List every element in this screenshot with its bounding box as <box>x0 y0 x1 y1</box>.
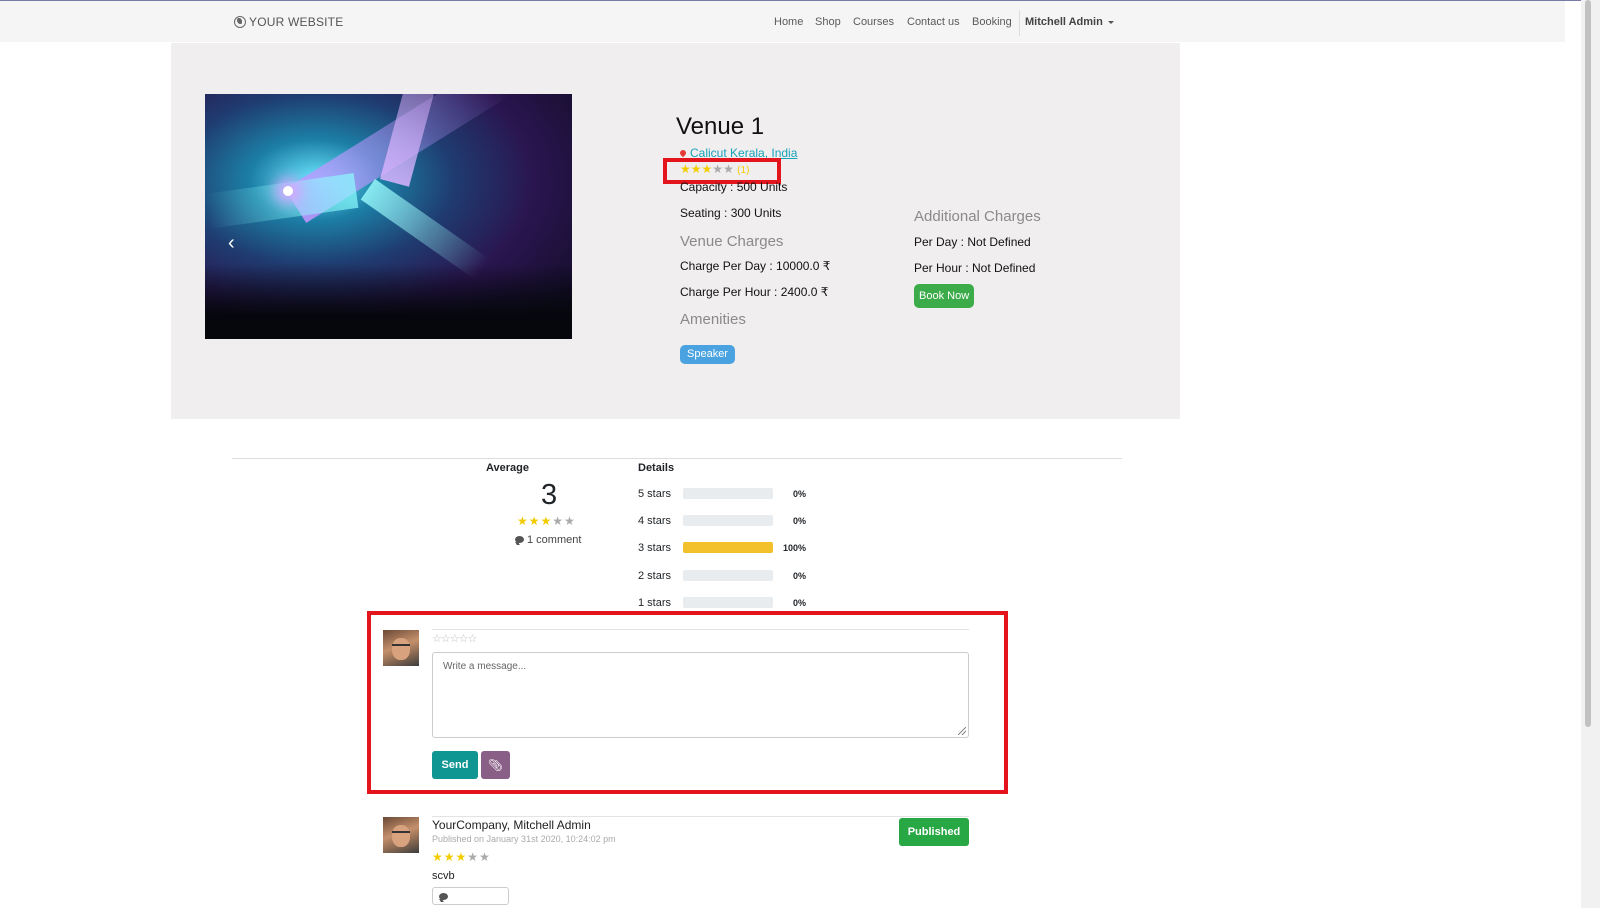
charge-per-hour: Charge Per Hour : 2400.0 ₹ <box>680 285 829 299</box>
nav-link-booking[interactable]: Booking <box>972 16 1012 28</box>
attach-button[interactable]: 📎︎ <box>481 751 510 779</box>
additional-per-hour: Per Hour : Not Defined <box>914 261 1036 275</box>
star-icon: ★ <box>443 850 456 864</box>
reply-button[interactable] <box>432 887 509 905</box>
avatar <box>383 630 419 666</box>
star-outline-icon[interactable]: ☆ <box>441 633 451 645</box>
venue-seating: Seating : 300 Units <box>680 206 782 220</box>
rating-row-label: 3 stars <box>638 542 672 554</box>
rating-row-bar <box>683 597 773 608</box>
send-button[interactable]: Send <box>432 751 478 779</box>
venue-panel: ‹ Venue 1 Calicut Kerala, India ★★★★★ (1… <box>171 43 1180 419</box>
navbar: YOUR WEBSITE Home Shop Courses Contact u… <box>0 1 1565 42</box>
comments-icon <box>515 536 524 543</box>
venue-capacity: Capacity : 500 Units <box>680 180 788 194</box>
scrollbar-thumb[interactable] <box>1585 0 1591 727</box>
venue-image-carousel[interactable]: ‹ <box>205 94 572 339</box>
nav-link-shop[interactable]: Shop <box>815 16 841 28</box>
paperclip-icon: 📎︎ <box>487 758 504 772</box>
rating-row-label: 5 stars <box>638 488 672 500</box>
comment-author: YourCompany, Mitchell Admin <box>432 818 591 832</box>
venue-title: Venue 1 <box>676 113 765 140</box>
rating-row-percent: 0% <box>792 516 806 526</box>
chevron-left-icon[interactable]: ‹ <box>228 232 235 255</box>
additional-charges-heading: Additional Charges <box>914 208 1041 225</box>
rating-row-label: 4 stars <box>638 515 672 527</box>
star-icon: ★ <box>455 850 468 864</box>
rating-row-bar <box>683 515 773 526</box>
user-menu[interactable]: Mitchell Admin <box>1025 16 1114 28</box>
star-icon: ★ <box>479 850 491 864</box>
rating-row-label: 1 stars <box>638 597 672 609</box>
published-button[interactable]: Published <box>899 818 969 846</box>
book-now-button[interactable]: Book Now <box>914 284 975 308</box>
star-icon: ★ <box>540 514 553 528</box>
scrollbar[interactable] <box>1581 0 1600 908</box>
details-label: Details <box>638 462 675 474</box>
brand-logo[interactable]: YOUR WEBSITE <box>234 15 343 29</box>
star-outline-icon[interactable]: ☆ <box>432 633 442 645</box>
rating-input-stars[interactable]: ☆☆☆☆☆ <box>432 632 478 645</box>
charge-per-day: Charge Per Day : 10000.0 ₹ <box>680 259 831 273</box>
globe-icon <box>234 16 246 28</box>
divider <box>232 458 1122 459</box>
comment-date: Published on January 31st 2020, 10:24:02… <box>432 834 616 844</box>
rating-row-percent: 100% <box>782 543 806 553</box>
average-label: Average <box>486 462 530 474</box>
map-marker-icon <box>678 148 688 158</box>
message-placeholder: Write a message... <box>443 661 527 672</box>
rating-row-percent: 0% <box>792 489 806 499</box>
amenity-tag-speaker[interactable]: Speaker <box>680 345 735 364</box>
comment-text: scvb <box>432 870 455 882</box>
nav-link-courses[interactable]: Courses <box>853 16 894 28</box>
star-icon: ★ <box>564 514 576 528</box>
star-icon: ★ <box>432 850 444 864</box>
comment-count: 1 comment <box>515 534 581 546</box>
additional-per-day: Per Day : Not Defined <box>914 235 1031 249</box>
stage-light <box>283 186 293 196</box>
divider <box>432 816 969 817</box>
light-beam <box>205 173 359 229</box>
rating-row-bar <box>683 542 773 553</box>
message-textarea[interactable]: Write a message... <box>432 652 969 738</box>
star-icon: ★ <box>467 850 480 864</box>
star-icon: ★ <box>528 514 541 528</box>
comment-icon <box>439 893 448 900</box>
avatar <box>383 817 419 853</box>
rating-row-label: 2 stars <box>638 570 672 582</box>
nav-link-contact[interactable]: Contact us <box>907 16 960 28</box>
brand-text: YOUR WEBSITE <box>249 15 344 29</box>
chevron-down-icon <box>1107 20 1114 24</box>
amenities-heading: Amenities <box>680 311 746 328</box>
average-stars: ★★★★★ <box>517 514 576 528</box>
star-outline-icon[interactable]: ☆ <box>450 633 460 645</box>
rating-row-bar <box>683 488 773 499</box>
comment-stars: ★★★★★ <box>432 850 491 864</box>
nav-link-home[interactable]: Home <box>774 16 803 28</box>
star-icon: ★ <box>517 514 529 528</box>
user-name: Mitchell Admin <box>1025 16 1103 28</box>
average-value: 3 <box>541 479 558 511</box>
crowd-silhouette <box>205 264 572 339</box>
star-outline-icon[interactable]: ☆ <box>459 633 469 645</box>
divider <box>432 629 969 630</box>
rating-row-bar <box>683 570 773 581</box>
star-outline-icon[interactable]: ☆ <box>468 633 478 645</box>
venue-charges-heading: Venue Charges <box>680 233 784 250</box>
star-icon: ★ <box>552 514 565 528</box>
resize-grip-icon[interactable] <box>958 727 966 735</box>
rating-row-fill <box>683 542 773 553</box>
comment-count-text: 1 comment <box>527 534 582 546</box>
rating-row-percent: 0% <box>792 598 806 608</box>
rating-row-percent: 0% <box>792 571 806 581</box>
nav-divider <box>1019 10 1020 36</box>
